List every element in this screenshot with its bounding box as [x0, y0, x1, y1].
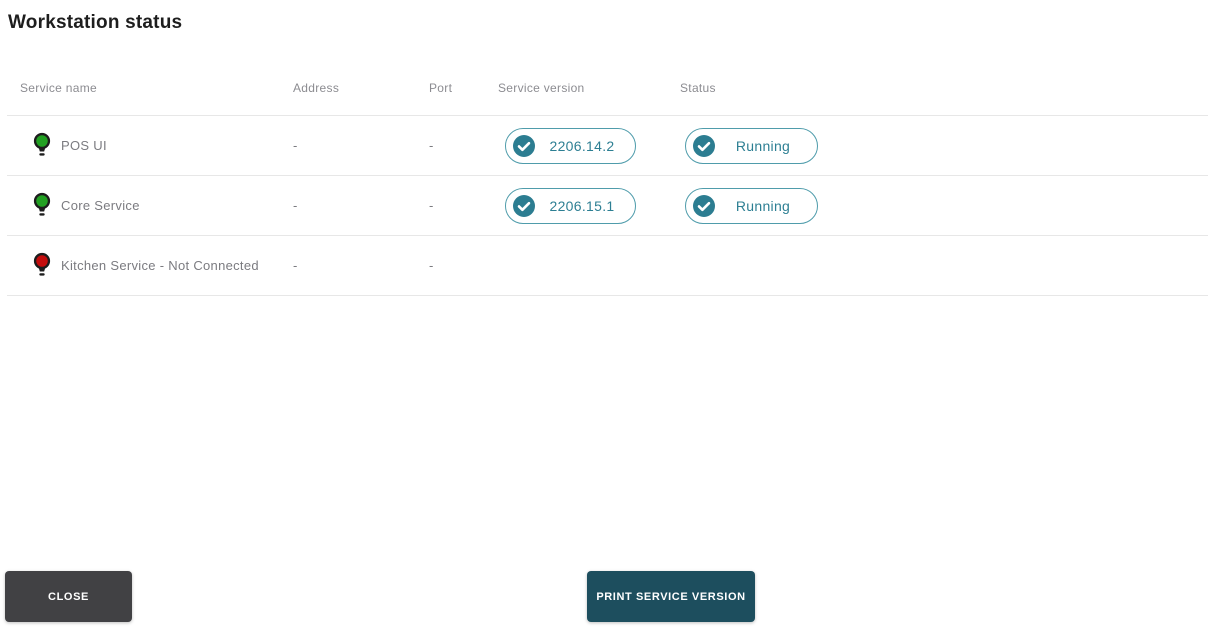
port-value: - — [429, 198, 434, 213]
status-badge: Running — [685, 187, 818, 224]
port-value: - — [429, 258, 434, 273]
status-label: Running — [735, 137, 791, 154]
address-value: - — [293, 138, 298, 153]
header-address: Address — [293, 80, 340, 95]
service-version-badge: 2206.14.2 — [505, 127, 636, 164]
page-title: Workstation status — [8, 12, 183, 33]
service-version-badge: 2206.15.1 — [505, 187, 636, 224]
status-label: Running — [735, 197, 791, 214]
port-value: - — [429, 138, 434, 153]
header-service-version: Service version — [498, 80, 585, 95]
header-status: Status — [680, 80, 716, 95]
table-row: Kitchen Service - Not Connected - - — [7, 236, 1208, 296]
service-name-label: POS UI — [61, 138, 107, 153]
status-badge: Running — [685, 127, 818, 164]
check-circle-icon — [693, 194, 715, 217]
table-row: POS UI - - 2206.14.2 Running — [7, 116, 1208, 176]
lightbulb-status-icon — [33, 132, 51, 156]
address-value: - — [293, 258, 298, 273]
service-version-label: 2206.14.2 — [549, 137, 615, 154]
address-value: - — [293, 198, 298, 213]
service-name-label: Core Service — [61, 198, 140, 213]
check-circle-icon — [693, 134, 715, 157]
header-service-name: Service name — [20, 80, 97, 95]
check-circle-icon — [513, 194, 535, 217]
service-name-label: Kitchen Service - Not Connected — [61, 258, 259, 273]
close-button[interactable]: CLOSE — [5, 571, 132, 622]
lightbulb-status-icon — [33, 192, 51, 216]
service-version-label: 2206.15.1 — [549, 197, 615, 214]
check-circle-icon — [513, 134, 535, 157]
lightbulb-status-icon — [33, 252, 51, 276]
table-row: Core Service - - 2206.15.1 Running — [7, 176, 1208, 236]
workstation-status-table: Service name Address Port Service versio… — [7, 60, 1208, 296]
print-service-version-button[interactable]: PRINT SERVICE VERSION — [587, 571, 755, 622]
table-header-row: Service name Address Port Service versio… — [7, 60, 1208, 116]
header-port: Port — [429, 80, 453, 95]
